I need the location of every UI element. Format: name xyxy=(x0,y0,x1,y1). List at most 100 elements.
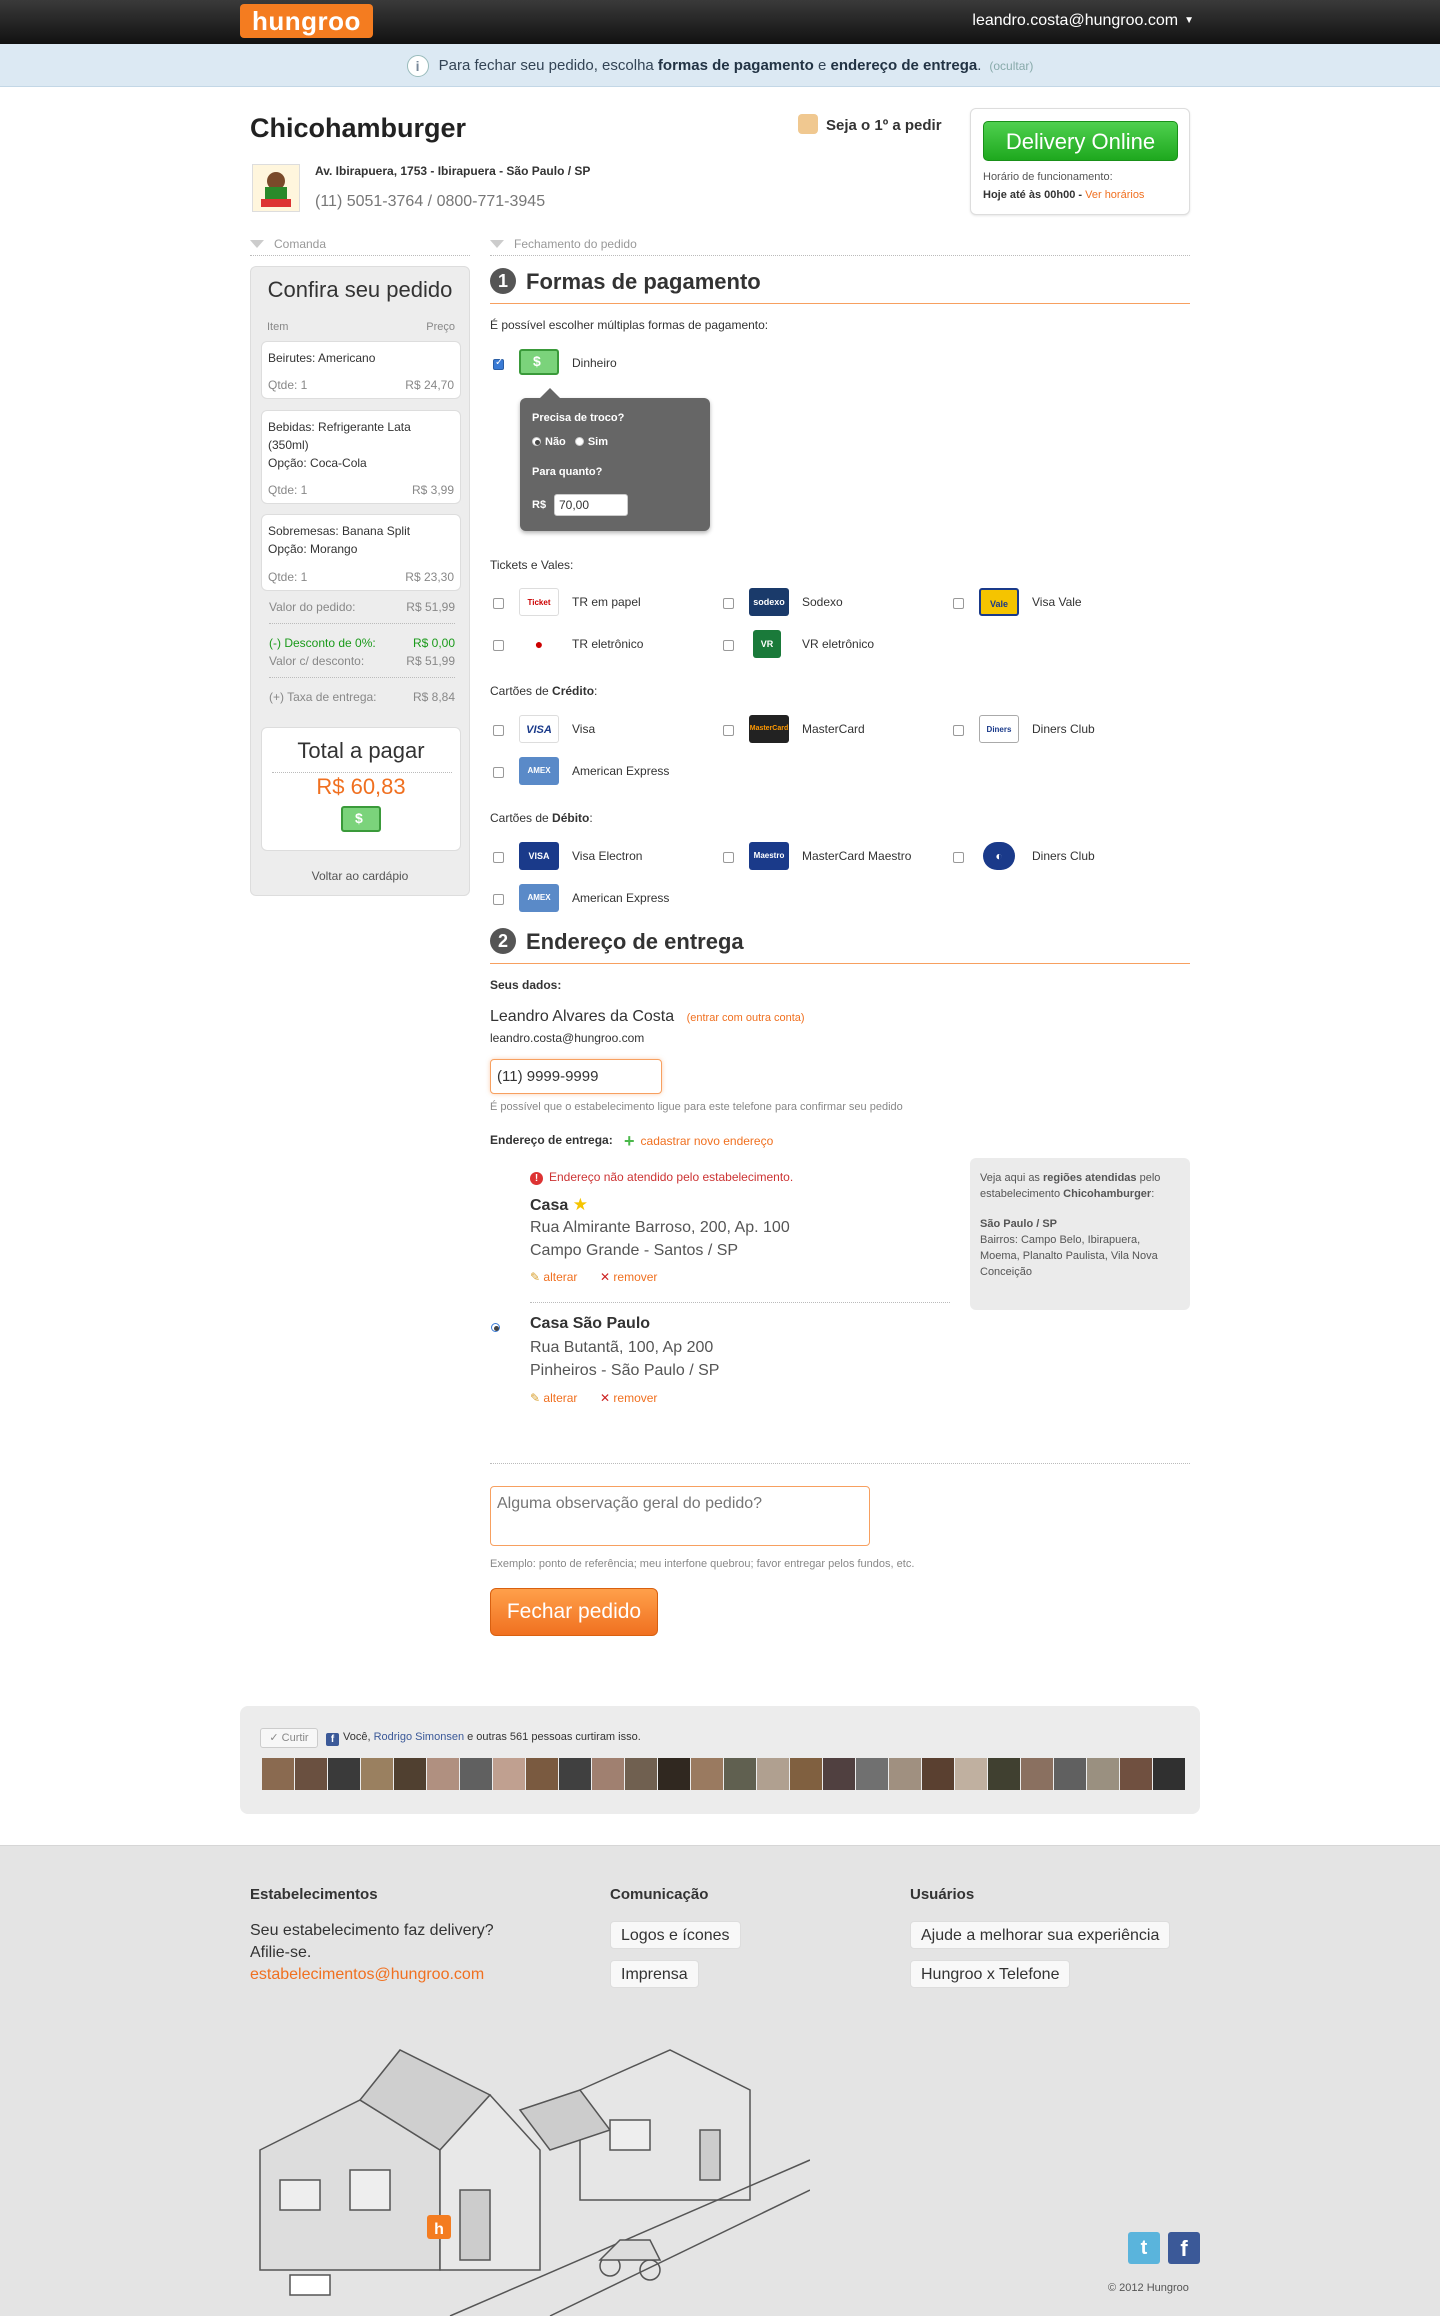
address-radio-button[interactable] xyxy=(491,1323,500,1332)
hungroo-logo[interactable]: hungroo xyxy=(240,4,373,38)
fan-avatar[interactable] xyxy=(790,1758,822,1790)
change-options: Não Sim xyxy=(532,436,608,448)
address-name: Casa São Paulo xyxy=(530,1315,651,1332)
new-address-link[interactable]: + cadastrar novo endereço xyxy=(624,1131,773,1152)
fan-avatar[interactable] xyxy=(460,1758,492,1790)
hide-info-link[interactable]: (ocultar) xyxy=(989,59,1033,73)
diners-debit-checkbox[interactable] xyxy=(953,852,964,863)
vr-electronic-checkbox[interactable] xyxy=(723,640,734,651)
mastercard-checkbox[interactable] xyxy=(723,725,734,736)
change-amount-input[interactable] xyxy=(554,494,628,516)
change-yes-radio[interactable] xyxy=(574,437,584,446)
remove-address-link[interactable]: ✕ remover xyxy=(600,1270,657,1284)
fan-avatar[interactable] xyxy=(889,1758,921,1790)
amex-checkbox[interactable] xyxy=(493,767,504,778)
fan-avatar[interactable] xyxy=(1054,1758,1086,1790)
first-order-link[interactable]: Seja o 1º a pedir xyxy=(798,114,942,134)
fan-avatar[interactable] xyxy=(757,1758,789,1790)
restaurant-logo-image xyxy=(253,165,299,211)
cash-checkbox[interactable] xyxy=(493,357,504,370)
houses-sketch-illustration: h xyxy=(259,2049,810,2316)
fan-avatar[interactable] xyxy=(361,1758,393,1790)
amex-debit-checkbox[interactable] xyxy=(493,894,504,905)
delivery-address-label: Endereço de entrega: xyxy=(490,1133,613,1147)
item-qty: Qtde: 1 xyxy=(268,570,308,584)
twitter-icon[interactable]: t xyxy=(1128,2232,1160,2264)
fan-avatar[interactable] xyxy=(1120,1758,1152,1790)
cash-logo xyxy=(519,349,559,380)
like-button[interactable]: ✓ Curtir xyxy=(260,1728,318,1748)
view-hours-link[interactable]: Ver horários xyxy=(1085,189,1144,201)
improve-experience-link[interactable]: Ajude a melhorar sua experiência xyxy=(910,1921,1171,1949)
fan-avatar[interactable] xyxy=(394,1758,426,1790)
fan-avatar[interactable] xyxy=(262,1758,294,1790)
fan-avatar[interactable] xyxy=(823,1758,855,1790)
fan-avatar[interactable] xyxy=(427,1758,459,1790)
tr-paper-checkbox[interactable] xyxy=(493,598,504,609)
fan-avatar[interactable] xyxy=(1153,1758,1185,1790)
address-line2: Campo Grande - Santos / SP xyxy=(530,1242,739,1259)
visa-electron-logo: VISA xyxy=(519,842,559,870)
close-order-button[interactable]: Fechar pedido xyxy=(490,1588,658,1636)
delivery-fee-row: (+) Taxa de entrega: R$ 8,84 xyxy=(269,690,455,704)
fan-avatar[interactable] xyxy=(526,1758,558,1790)
friend-link[interactable]: Rodrigo Simonsen xyxy=(374,1731,465,1743)
user-menu[interactable]: leandro.costa@hungroo.com ▼ xyxy=(972,12,1194,30)
subtotal-row: Valor do pedido: R$ 51,99 xyxy=(269,600,455,614)
amex-debit-label: American Express xyxy=(572,891,670,905)
info-text-post: . xyxy=(977,57,982,74)
hungroo-phone-link[interactable]: Hungroo x Telefone xyxy=(910,1960,1071,1988)
fan-avatar[interactable] xyxy=(559,1758,591,1790)
edit-address-link[interactable]: ✎ alterar xyxy=(530,1270,577,1284)
remove-label: remover xyxy=(613,1391,658,1405)
address-radio[interactable] xyxy=(491,1318,504,1336)
fan-avatar[interactable] xyxy=(988,1758,1020,1790)
visa-electron-label: Visa Electron xyxy=(572,849,643,863)
address-line1: Rua Butantã, 100, Ap 200 xyxy=(530,1339,714,1356)
fan-avatar[interactable] xyxy=(592,1758,624,1790)
currency-label: R$ xyxy=(532,499,547,511)
fan-avatar[interactable] xyxy=(493,1758,525,1790)
change-no-radio[interactable] xyxy=(532,437,541,446)
thumbs-up-icon xyxy=(798,114,818,134)
top-bar: hungroo leandro.costa@hungroo.com ▼ xyxy=(0,0,1440,44)
fan-avatar[interactable] xyxy=(955,1758,987,1790)
visa-electron-checkbox[interactable] xyxy=(493,852,504,863)
remove-address-link[interactable]: ✕ remover xyxy=(600,1391,657,1405)
credit-label-post: : xyxy=(594,684,598,698)
phone-input[interactable] xyxy=(490,1059,662,1094)
fan-avatar[interactable] xyxy=(658,1758,690,1790)
user-name-row: Leandro Alvares da Costa (entrar com out… xyxy=(490,1008,805,1026)
back-to-menu-link[interactable]: Voltar ao cardápio xyxy=(251,869,469,883)
sodexo-checkbox[interactable] xyxy=(723,598,734,609)
fan-avatar[interactable] xyxy=(856,1758,888,1790)
delivery-online-button[interactable]: Delivery Online xyxy=(983,121,1178,161)
address-name-text: Casa xyxy=(530,1197,569,1214)
facebook-icon[interactable]: f xyxy=(1168,2232,1200,2264)
edit-address-link[interactable]: ✎ alterar xyxy=(530,1391,577,1405)
address-line2: Pinheiros - São Paulo / SP xyxy=(530,1362,720,1379)
ticket-logo: Ticket xyxy=(519,588,559,616)
fan-avatar[interactable] xyxy=(625,1758,657,1790)
fan-avatar[interactable] xyxy=(922,1758,954,1790)
fan-avatar[interactable] xyxy=(295,1758,327,1790)
payment-header: 1 Formas de pagamento xyxy=(490,268,1190,304)
visa-checkbox[interactable] xyxy=(493,725,504,736)
fan-avatar[interactable] xyxy=(328,1758,360,1790)
fan-avatar[interactable] xyxy=(1021,1758,1053,1790)
diners-logo: Diners xyxy=(979,715,1019,743)
visa-vale-checkbox[interactable] xyxy=(953,598,964,609)
star-icon[interactable]: ★ xyxy=(573,1195,588,1214)
fan-avatar[interactable] xyxy=(1087,1758,1119,1790)
fan-avatar[interactable] xyxy=(724,1758,756,1790)
establishments-email-link[interactable]: estabelecimentos@hungroo.com xyxy=(250,1966,484,1983)
tr-electronic-checkbox[interactable] xyxy=(493,640,504,651)
payment-intro: É possível escolher múltiplas formas de … xyxy=(490,318,769,332)
order-notes-input[interactable] xyxy=(490,1486,870,1546)
diners-checkbox[interactable] xyxy=(953,725,964,736)
other-account-link[interactable]: (entrar com outra conta) xyxy=(687,1012,805,1024)
maestro-checkbox[interactable] xyxy=(723,852,734,863)
logos-link[interactable]: Logos e ícones xyxy=(610,1921,741,1949)
press-link[interactable]: Imprensa xyxy=(610,1960,699,1988)
fan-avatar[interactable] xyxy=(691,1758,723,1790)
